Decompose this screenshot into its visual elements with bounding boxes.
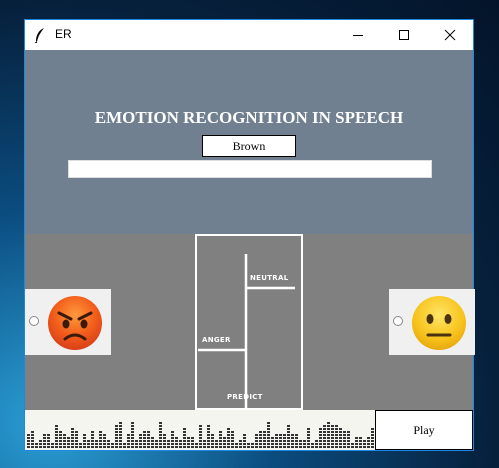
file-path-field[interactable] bbox=[68, 160, 432, 178]
play-button[interactable]: Play bbox=[375, 410, 473, 450]
anger-label: ANGER bbox=[202, 336, 231, 344]
angry-face-icon bbox=[48, 296, 102, 350]
predict-graphic: NEUTRAL ANGER PREDICT bbox=[195, 234, 303, 410]
audio-waveform-icon bbox=[27, 422, 374, 448]
minimize-icon bbox=[353, 35, 363, 36]
brown-button[interactable]: Brown bbox=[202, 135, 296, 157]
title-bar[interactable]: ER bbox=[25, 20, 473, 50]
maximize-icon bbox=[399, 30, 409, 40]
neutral-radio[interactable] bbox=[393, 316, 403, 326]
minimize-button[interactable] bbox=[335, 20, 381, 50]
neutral-label: NEUTRAL bbox=[250, 274, 289, 282]
window-title: ER bbox=[55, 27, 72, 41]
anger-radio[interactable] bbox=[29, 316, 39, 326]
neutral-option[interactable] bbox=[389, 289, 475, 355]
header-panel: EMOTION RECOGNITION IN SPEECH Brown bbox=[25, 50, 473, 234]
predict-label: PREDICT bbox=[227, 393, 263, 401]
page-title: EMOTION RECOGNITION IN SPEECH bbox=[94, 108, 404, 127]
anger-option[interactable] bbox=[25, 289, 111, 355]
predict-tree-lines bbox=[198, 254, 295, 408]
app-window: ER EMOTION RECOGNITION IN SPEECH Brown N… bbox=[24, 19, 475, 451]
close-button[interactable] bbox=[427, 20, 473, 50]
maximize-button[interactable] bbox=[381, 20, 427, 50]
emotion-panel: NEUTRAL ANGER PREDICT bbox=[25, 234, 475, 410]
feather-icon bbox=[34, 28, 44, 43]
neutral-face-icon bbox=[412, 296, 466, 350]
close-icon bbox=[444, 29, 456, 41]
audio-waveform bbox=[25, 410, 375, 450]
